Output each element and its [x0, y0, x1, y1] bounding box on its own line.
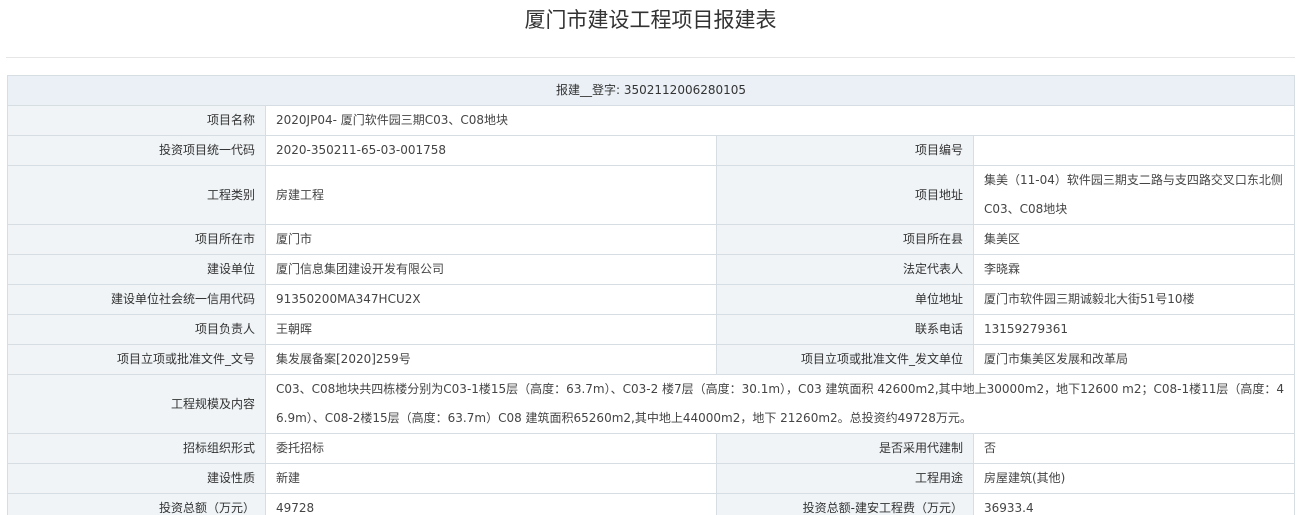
- agent-system-label: 是否采用代建制: [716, 433, 974, 464]
- project-name-label: 项目名称: [7, 105, 266, 136]
- table-row: 建设单位 厦门信息集团建设开发有限公司 法定代表人 李晓霖: [7, 254, 1296, 285]
- approval-doc-no-label: 项目立项或批准文件_文号: [7, 344, 266, 375]
- project-type-label: 工程类别: [7, 165, 266, 225]
- project-type-value: 房建工程: [265, 165, 717, 225]
- table-row: 项目所在市 厦门市 项目所在县 集美区: [7, 224, 1296, 255]
- total-invest-label: 投资总额（万元）: [7, 493, 266, 515]
- registration-number-label: 报建__登字:: [556, 83, 621, 97]
- registration-number-value: 3502112006280105: [623, 83, 747, 97]
- approval-doc-no-value: 集发展备案[2020]259号: [265, 344, 717, 375]
- agent-system-value: 否: [972, 433, 1296, 464]
- phone-label: 联系电话: [716, 314, 974, 345]
- table-row: 工程规模及内容 C03、C08地块共四栋楼分别为C03-1楼15层（高度：63.…: [7, 374, 1296, 434]
- construct-cost-value: 36933.4: [972, 493, 1296, 515]
- table-row: 投资总额（万元） 49728 投资总额-建安工程费（万元） 36933.4: [7, 493, 1296, 515]
- project-no-label: 项目编号: [716, 135, 974, 166]
- usage-label: 工程用途: [716, 463, 974, 494]
- project-address-value: 集美（11-04）软件园三期支二路与支四路交叉口东北侧C03、C08地块: [972, 165, 1296, 225]
- unit-address-value: 厦门市软件园三期诚毅北大街51号10楼: [972, 284, 1296, 315]
- scale-value: C03、C08地块共四栋楼分别为C03-1楼15层（高度：63.7m）、C03-…: [264, 374, 1296, 434]
- scale-label: 工程规模及内容: [7, 374, 266, 434]
- project-name-value: 2020JP04- 厦门软件园三期C03、C08地块: [264, 105, 1296, 136]
- table-row: 建设单位社会统一信用代码 91350200MA347HCU2X 单位地址 厦门市…: [7, 284, 1296, 315]
- registration-number-cell: 报建__登字: 3502112006280105: [6, 75, 1296, 106]
- registration-table: 报建__登字: 3502112006280105 项目名称 2020JP04- …: [6, 75, 1296, 515]
- unit-address-label: 单位地址: [716, 284, 974, 315]
- title-divider: [6, 57, 1295, 58]
- builder-label: 建设单位: [7, 254, 266, 285]
- registration-number-row: 报建__登字: 3502112006280105: [6, 75, 1296, 106]
- legal-rep-value: 李晓霖: [972, 254, 1296, 285]
- county-value: 集美区: [972, 224, 1296, 255]
- legal-rep-label: 法定代表人: [716, 254, 974, 285]
- bid-form-value: 委托招标: [265, 433, 717, 464]
- county-label: 项目所在县: [716, 224, 974, 255]
- approval-issuer-value: 厦门市集美区发展和改革局: [972, 344, 1296, 375]
- report-page: 厦门市建设工程项目报建表 报建__登字: 3502112006280105 项目…: [0, 0, 1301, 515]
- project-no-value: [972, 135, 1296, 166]
- usage-value: 房屋建筑(其他): [972, 463, 1296, 494]
- table-row: 项目负责人 王朝晖 联系电话 13159279361: [7, 314, 1296, 345]
- invest-code-label: 投资项目统一代码: [7, 135, 266, 166]
- nature-label: 建设性质: [7, 463, 266, 494]
- table-row: 建设性质 新建 工程用途 房屋建筑(其他): [7, 463, 1296, 494]
- bid-form-label: 招标组织形式: [7, 433, 266, 464]
- table-row: 工程类别 房建工程 项目地址 集美（11-04）软件园三期支二路与支四路交叉口东…: [7, 165, 1296, 225]
- manager-value: 王朝晖: [265, 314, 717, 345]
- nature-value: 新建: [265, 463, 717, 494]
- total-invest-value: 49728: [265, 493, 717, 515]
- invest-code-value: 2020-350211-65-03-001758: [265, 135, 717, 166]
- manager-label: 项目负责人: [7, 314, 266, 345]
- table-row: 项目立项或批准文件_文号 集发展备案[2020]259号 项目立项或批准文件_发…: [7, 344, 1296, 375]
- construct-cost-label: 投资总额-建安工程费（万元）: [716, 493, 974, 515]
- approval-issuer-label: 项目立项或批准文件_发文单位: [716, 344, 974, 375]
- credit-code-value: 91350200MA347HCU2X: [265, 284, 717, 315]
- page-title: 厦门市建设工程项目报建表: [524, 8, 777, 32]
- table-row: 项目名称 2020JP04- 厦门软件园三期C03、C08地块: [7, 105, 1296, 136]
- table-row: 投资项目统一代码 2020-350211-65-03-001758 项目编号: [7, 135, 1296, 166]
- builder-value: 厦门信息集团建设开发有限公司: [265, 254, 717, 285]
- credit-code-label: 建设单位社会统一信用代码: [7, 284, 266, 315]
- phone-value: 13159279361: [972, 314, 1296, 345]
- city-value: 厦门市: [265, 224, 717, 255]
- project-address-label: 项目地址: [716, 165, 974, 225]
- city-label: 项目所在市: [7, 224, 266, 255]
- table-row: 招标组织形式 委托招标 是否采用代建制 否: [7, 433, 1296, 464]
